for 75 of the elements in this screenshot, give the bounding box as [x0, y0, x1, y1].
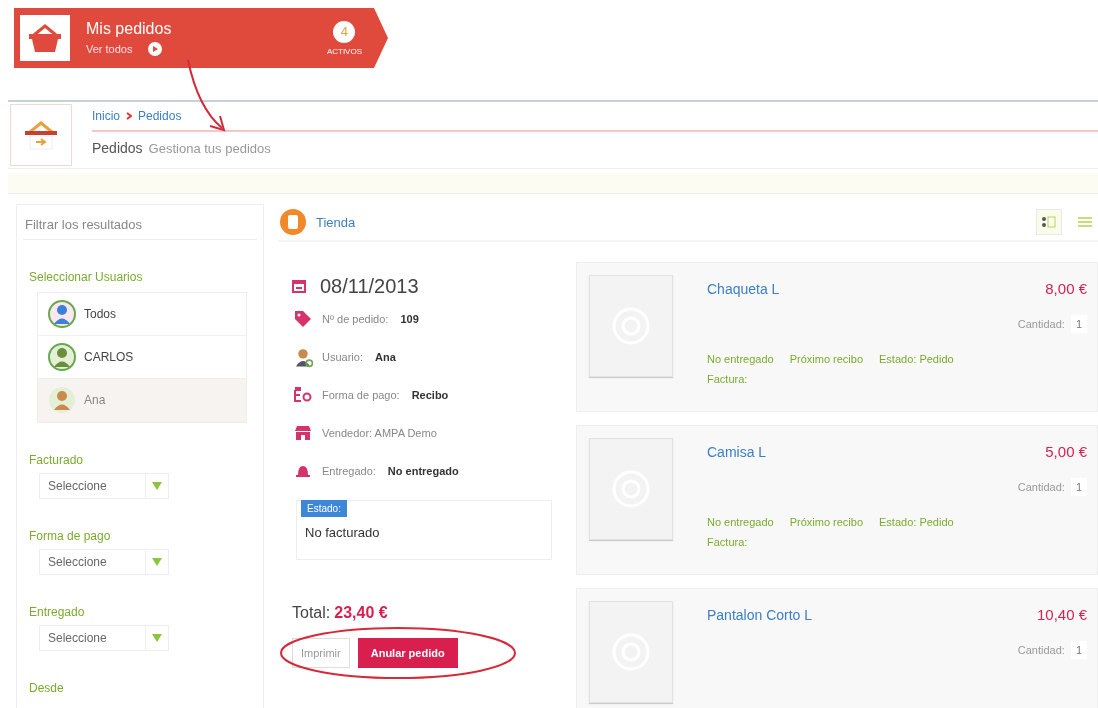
- print-button[interactable]: Imprimir: [292, 638, 350, 668]
- quantity-value: 1: [1070, 478, 1087, 496]
- field-label: Entregado:: [322, 465, 376, 477]
- field-label: Nº de pedido:: [322, 313, 389, 325]
- user-item[interactable]: Ana: [38, 379, 246, 422]
- calendar-icon: [292, 279, 306, 293]
- play-icon[interactable]: [148, 42, 163, 56]
- banner-title: Mis pedidos: [86, 20, 173, 38]
- order-date: 08/11/2013: [320, 274, 419, 298]
- status-text: No entregado: [707, 516, 774, 528]
- filter-label: Forma de pago: [29, 529, 111, 543]
- list-view-icon: [1078, 216, 1092, 228]
- basket-icon: [28, 23, 62, 53]
- field-label: Usuario:: [322, 351, 363, 363]
- product-link[interactable]: Camisa L: [707, 438, 767, 460]
- total-label: Total:: [292, 604, 331, 622]
- avatar-icon: [48, 300, 76, 328]
- count-label: ACTIVOS: [326, 46, 362, 56]
- cancel-order-button[interactable]: Anular pedido: [357, 638, 458, 668]
- status-text: Estado: Pedido: [879, 516, 954, 528]
- product-price: 8,00 €: [1045, 280, 1087, 297]
- product-link[interactable]: Chaqueta L: [707, 275, 780, 297]
- avatar-icon: [48, 343, 76, 371]
- payment-icon: [294, 387, 312, 403]
- basket-icon: [24, 120, 58, 150]
- field-value: Recibo: [411, 389, 449, 401]
- field-value: 109: [400, 313, 419, 325]
- invoice-label: Factura:: [707, 373, 748, 385]
- filter-label: Desde: [29, 681, 64, 695]
- orders-banner[interactable]: Mis pedidos Ver todos 4 ACTIVOS: [14, 8, 388, 68]
- store-icon: [280, 209, 306, 235]
- quantity-label: Cantidad:: [1017, 481, 1065, 493]
- bell-icon: [295, 463, 311, 479]
- caret-icon: [152, 482, 162, 490]
- quantity-label: Cantidad:: [1017, 318, 1065, 330]
- field-label: Vendedor: AMPA Demo: [322, 427, 437, 439]
- filter-label: Facturado: [29, 453, 84, 467]
- shop-link[interactable]: Tienda: [316, 214, 356, 230]
- field-value: Ana: [374, 351, 396, 363]
- view-all-link[interactable]: Ver todos: [86, 43, 133, 55]
- product-price: 5,00 €: [1045, 443, 1087, 460]
- quantity-value: 1: [1070, 315, 1087, 333]
- avatar-icon: [48, 386, 76, 414]
- quantity-value: 1: [1070, 641, 1087, 659]
- breadcrumb-link[interactable]: Inicio: [92, 109, 120, 123]
- quantity-label: Cantidad:: [1017, 644, 1065, 656]
- select-dropdown[interactable]: Seleccione: [39, 549, 169, 575]
- status-label: Estado:: [301, 500, 347, 517]
- status-text: Próximo recibo: [789, 353, 864, 365]
- view-toggle[interactable]: [1036, 209, 1062, 235]
- invoice-label: Factura:: [707, 536, 748, 548]
- filter-label: Entregado: [29, 605, 85, 619]
- caret-icon: [152, 558, 162, 566]
- chevron-icon: [126, 112, 132, 120]
- status-text: Próximo recibo: [789, 516, 864, 528]
- field-value: No entregado: [387, 465, 459, 477]
- breadcrumb-link[interactable]: Pedidos: [138, 109, 182, 123]
- product-link[interactable]: Pantalon Corto L: [707, 601, 813, 623]
- field-label: Forma de pago:: [322, 389, 400, 401]
- page-title: Pedidos: [92, 140, 143, 156]
- status-text: Estado: Pedido: [879, 353, 954, 365]
- select-dropdown[interactable]: Seleccione: [39, 625, 169, 651]
- grid-view-icon: [1042, 216, 1056, 228]
- count-badge: 4: [333, 20, 356, 43]
- product-price: 10,40 €: [1036, 606, 1087, 623]
- select-dropdown[interactable]: Seleccione: [39, 473, 169, 499]
- section-heading: Seleccionar Usuarios: [29, 270, 143, 284]
- caret-icon: [152, 634, 162, 642]
- shop-icon: [294, 425, 312, 441]
- status-value: No facturado: [305, 525, 380, 540]
- page-subtitle: Gestiona tus pedidos: [148, 141, 271, 156]
- status-text: No entregado: [707, 353, 774, 365]
- tag-icon: [294, 310, 312, 328]
- total-amount: 23,40 €: [334, 604, 388, 622]
- user-item[interactable]: Todos: [38, 293, 246, 336]
